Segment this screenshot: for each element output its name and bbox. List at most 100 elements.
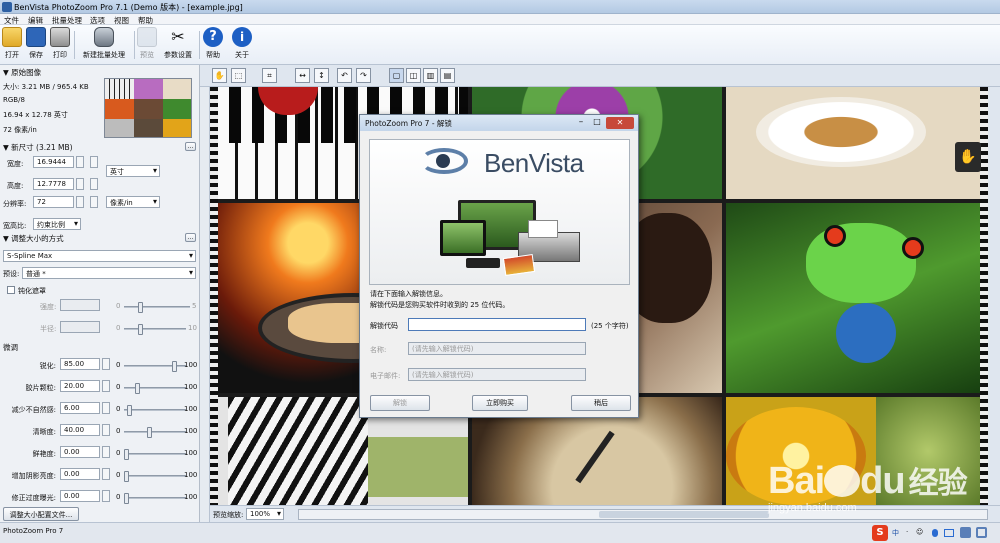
resize-method-header[interactable]: ▼ 调整大小的方式 (3, 233, 64, 244)
new-size-header[interactable]: ▼ 新尺寸 (3.21 MB) (3, 142, 73, 153)
width-spinner[interactable] (76, 156, 84, 168)
finetune-value-field[interactable]: 0.00 (60, 468, 100, 480)
finetune-value-field[interactable]: 40.00 (60, 424, 100, 436)
finetune-spinner[interactable] (102, 468, 110, 480)
close-icon[interactable]: ✕ (606, 117, 634, 129)
finetune-slider[interactable] (124, 493, 186, 504)
resolution-spinner[interactable] (76, 196, 84, 208)
save-button[interactable]: 保存 (26, 27, 46, 63)
finetune-slider[interactable] (124, 361, 186, 372)
name-input[interactable]: (请先输入解锁代码) (408, 342, 586, 355)
panel-splitter[interactable] (200, 65, 210, 522)
finetune-spinner[interactable] (102, 380, 110, 392)
original-image-header[interactable]: ▼ 原始图像 (3, 67, 41, 78)
finetune-min: 0 (116, 471, 121, 479)
fit-width-icon[interactable]: ↔ (295, 68, 310, 83)
skin-icon[interactable] (960, 527, 971, 538)
open-button[interactable]: 打开 (2, 27, 22, 63)
resolution-field[interactable]: 72 (33, 196, 74, 208)
ime-emoji[interactable]: ☺ (916, 528, 923, 536)
fit-height-icon[interactable]: ↕ (314, 68, 329, 83)
folder-icon (2, 27, 22, 47)
preset-select[interactable]: 普通 * (22, 267, 196, 279)
finetune-spinner[interactable] (102, 490, 110, 502)
ime-logo-icon[interactable]: S (872, 525, 888, 541)
minimize-icon[interactable]: – (574, 117, 588, 129)
finetune-min: 0 (116, 427, 121, 435)
coffee-photo (726, 87, 980, 199)
finetune-spinner[interactable] (102, 446, 110, 458)
new-batch-button[interactable]: 新建批量处理 (78, 27, 130, 63)
slider-thumb[interactable] (172, 361, 177, 372)
ime-mode[interactable]: 中 (892, 528, 899, 538)
resize-profile-button[interactable]: 调整大小配置文件... (3, 507, 79, 521)
radius-slider[interactable] (124, 324, 186, 335)
rotate-right-icon[interactable]: ↷ (356, 68, 371, 83)
more-method-button[interactable]: … (185, 233, 196, 242)
height-field[interactable]: 12.7778 (33, 178, 74, 190)
radius-field[interactable] (60, 321, 100, 333)
height-link[interactable] (90, 178, 98, 190)
finetune-value-field[interactable]: 85.00 (60, 358, 100, 370)
keyboard-icon[interactable] (944, 529, 954, 537)
preview-button[interactable]: 预览 (137, 27, 157, 63)
finetune-value-field[interactable]: 0.00 (60, 446, 100, 458)
resolution-link[interactable] (90, 196, 98, 208)
settings-icon[interactable] (976, 527, 987, 538)
slider-thumb[interactable] (135, 383, 140, 394)
horizontal-scrollbar[interactable] (298, 509, 988, 520)
top-bottom-icon[interactable]: ▤ (440, 68, 455, 83)
print-button[interactable]: 打印 (50, 27, 70, 63)
select-tool-icon[interactable]: ⬚ (231, 68, 246, 83)
algorithm-select[interactable]: S-Spline Max (3, 250, 196, 262)
about-button[interactable]: i 关于 (232, 27, 252, 63)
finetune-spinner[interactable] (102, 358, 110, 370)
help-button[interactable]: ? 帮助 (203, 27, 223, 63)
finetune-slider[interactable] (124, 383, 186, 394)
split-view-icon[interactable]: ◫ (406, 68, 421, 83)
finetune-value-field[interactable]: 0.00 (60, 490, 100, 502)
later-button[interactable]: 稍后 (571, 395, 631, 411)
finetune-slider[interactable] (124, 405, 186, 416)
finetune-slider[interactable] (124, 427, 186, 438)
width-link[interactable] (90, 156, 98, 168)
buy-now-button[interactable]: 立即购买 (472, 395, 528, 411)
finetune-max: 100 (184, 471, 198, 479)
finetune-value-field[interactable]: 6.00 (60, 402, 100, 414)
slider-thumb[interactable] (127, 405, 132, 416)
params-button[interactable]: ✂ 参数设置 (161, 27, 195, 63)
hand-tool-icon[interactable]: ✋ (212, 68, 227, 83)
strength-field[interactable] (60, 299, 100, 311)
original-res: 72 像素/in (3, 126, 37, 134)
aspect-ratio-select[interactable]: 约束比例 (33, 218, 81, 230)
slider-thumb[interactable] (124, 493, 129, 504)
zoom-select[interactable]: 100% (246, 508, 284, 520)
unlock-code-input[interactable] (408, 318, 586, 331)
finetune-spinner[interactable] (102, 402, 110, 414)
side-by-side-icon[interactable]: ▥ (423, 68, 438, 83)
height-spinner[interactable] (76, 178, 84, 190)
strength-slider[interactable] (124, 302, 190, 313)
finetune-spinner[interactable] (102, 424, 110, 436)
finetune-slider[interactable] (124, 471, 186, 482)
unit-select[interactable]: 英寸 (106, 165, 160, 177)
unsharp-checkbox[interactable] (7, 286, 15, 294)
slider-thumb[interactable] (147, 427, 152, 438)
rotate-left-icon[interactable]: ↶ (337, 68, 352, 83)
crop-tool-icon[interactable]: ⌗ (262, 68, 277, 83)
ime-punct[interactable]: · (906, 528, 908, 536)
slider-thumb[interactable] (124, 471, 129, 482)
finetune-label: 鲜艳度: (32, 450, 56, 458)
microphone-icon[interactable] (932, 529, 938, 537)
width-field[interactable]: 16.9444 (33, 156, 74, 168)
unlock-button[interactable]: 解锁 (370, 395, 430, 411)
more-original-button[interactable]: … (185, 142, 196, 151)
finetune-slider[interactable] (124, 449, 186, 460)
slider-thumb[interactable] (124, 449, 129, 460)
res-unit-select[interactable]: 像素/in (106, 196, 160, 208)
single-view-icon[interactable]: ▢ (389, 68, 404, 83)
maximize-icon[interactable]: □ (590, 117, 604, 129)
email-input[interactable]: (请先输入解锁代码) (408, 368, 586, 381)
finetune-value-field[interactable]: 20.00 (60, 380, 100, 392)
window-title: BenVista PhotoZoom Pro 7.1 (Demo 版本) - [… (14, 3, 243, 12)
